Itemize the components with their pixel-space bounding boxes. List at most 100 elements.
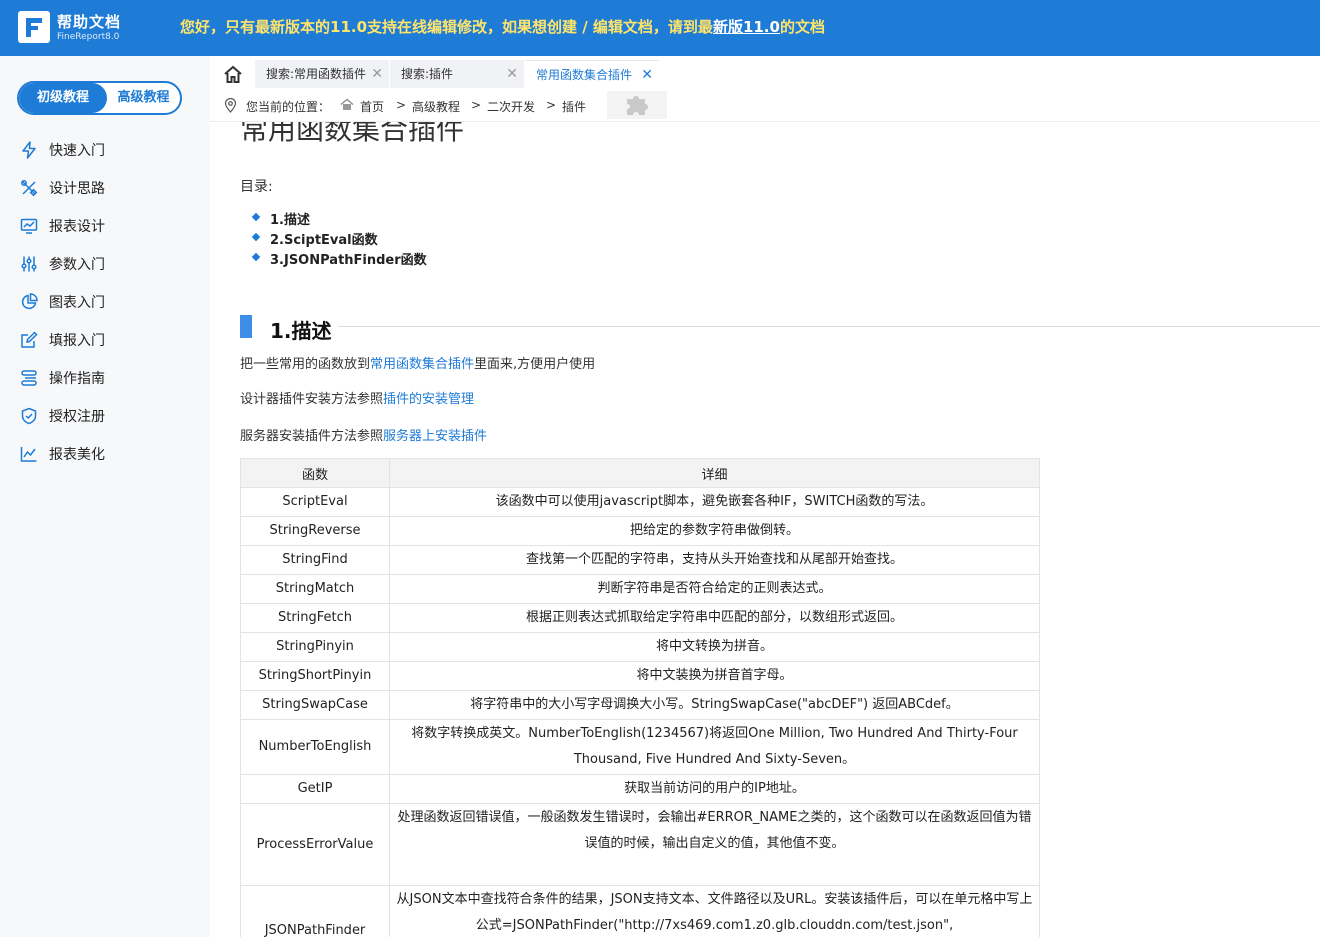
function-name: StringFetch xyxy=(240,603,390,633)
sidebar-item-operation-guide[interactable]: 操作指南 xyxy=(20,366,105,390)
breadcrumb-prefix: 您当前的位置： xyxy=(246,100,331,114)
tab-label: 搜索:插件 xyxy=(401,67,454,81)
function-name: StringPinyin xyxy=(240,632,390,662)
logo-icon[interactable] xyxy=(18,11,50,43)
home-icon xyxy=(223,65,242,83)
table-row: ScriptEval 该函数中可以使用javascript脚本，避免嵌套各种IF，… xyxy=(240,487,1040,517)
sidebar-item-fill-report[interactable]: 填报入门 xyxy=(20,328,105,352)
breadcrumb: 您当前的位置： 首页 > 高级教程 > 二次开发 > 插件 xyxy=(210,88,1320,122)
sidebar-item-label: 参数入门 xyxy=(49,257,105,273)
sidebar-item-label: 授权注册 xyxy=(49,409,105,425)
table-row: StringPinyin 将中文转换为拼音。 xyxy=(240,632,1040,662)
close-icon[interactable]: ✕ xyxy=(506,60,518,88)
breadcrumb-separator: > xyxy=(546,98,557,112)
sidebar-item-parameters[interactable]: 参数入门 xyxy=(20,252,105,276)
function-detail: 根据正则表达式抓取给定字符串中匹配的部分，以数组形式返回。 xyxy=(389,603,1040,633)
function-detail: 判断字符串是否符合给定的正则表达式。 xyxy=(389,574,1040,604)
function-name: StringMatch xyxy=(240,574,390,604)
paragraph-server-install: 服务器安装插件方法参照服务器上安装插件 xyxy=(240,425,487,444)
column-header-detail: 详细 xyxy=(389,458,1040,488)
sidebar-item-design-ideas[interactable]: 设计思路 xyxy=(20,176,105,200)
monitor-chart-icon xyxy=(20,217,38,235)
sidebar-item-label: 填报入门 xyxy=(49,333,105,349)
tab-search-plugin[interactable]: 搜索:插件 ✕ xyxy=(390,60,524,88)
function-plugin-link[interactable]: 常用函数集合插件 xyxy=(370,357,474,372)
section-divider xyxy=(338,326,1320,327)
table-row: StringMatch 判断字符串是否符合给定的正则表达式。 xyxy=(240,574,1040,604)
sidebar-item-license[interactable]: 授权注册 xyxy=(20,404,105,428)
tab-home[interactable] xyxy=(210,60,255,88)
guide-icon xyxy=(20,369,38,387)
sidebar-item-charts[interactable]: 图表入门 xyxy=(20,290,105,314)
version-banner: 您好，只有最新版本的11.0支持在线编辑修改，如果想创建 / 编辑文档，请到最新… xyxy=(180,16,825,37)
sidebar-item-label: 报表美化 xyxy=(49,447,105,463)
paragraph-text: 设计器插件安装方法参照 xyxy=(240,392,384,407)
table-row: StringFind 查找第一个匹配的字符串，支持从头开始查找和从尾部开始查找。 xyxy=(240,545,1040,575)
toc-label: 目录: xyxy=(240,179,273,195)
plugin-install-link[interactable]: 插件的安装管理 xyxy=(383,392,474,407)
sidebar-item-beautify[interactable]: 报表美化 xyxy=(20,442,105,466)
function-detail: 处理函数返回错误值，一般函数发生错误时，会输出#ERROR_NAME之类的，这个… xyxy=(389,803,1040,886)
sidebar-item-label: 设计思路 xyxy=(49,181,105,197)
sidebar-item-label: 快速入门 xyxy=(49,143,105,159)
function-detail: 从JSON文本中查找符合条件的结果，JSON支持文本、文件路径以及URL。安装该… xyxy=(389,885,1040,937)
paragraph-text: 把一些常用的函数放到 xyxy=(240,357,371,372)
paragraph-text: 服务器安装插件方法参照 xyxy=(240,429,384,444)
breadcrumb-item-advanced[interactable]: 高级教程 xyxy=(412,98,460,115)
banner-prefix: 您好，只有最新版本的11.0支持在线编辑修改，如果想创建 / 编辑文档，请到最 xyxy=(180,18,713,36)
home-icon xyxy=(340,98,354,110)
close-icon[interactable]: ✕ xyxy=(371,60,383,88)
toggle-beginner[interactable]: 初级教程 xyxy=(19,83,107,113)
section-title: 1.描述 xyxy=(270,319,332,343)
function-name: ProcessErrorValue xyxy=(240,803,390,886)
function-table: 函数 详细 ScriptEval 该函数中可以使用javascript脚本，避免嵌… xyxy=(240,458,1040,937)
sidebar-item-label: 图表入门 xyxy=(49,295,105,311)
section-marker xyxy=(240,315,252,338)
function-detail: 将中文装换为拼音首字母。 xyxy=(389,661,1040,691)
table-row: StringFetch 根据正则表达式抓取给定字符串中匹配的部分，以数组形式返回。 xyxy=(240,603,1040,633)
sidebar-item-quick-start[interactable]: 快速入门 xyxy=(20,138,105,162)
pie-chart-icon xyxy=(20,293,38,311)
tab-search-function-plugin[interactable]: 搜索:常用函数插件 ✕ xyxy=(255,60,389,88)
breadcrumb-item-home[interactable]: 首页 xyxy=(360,98,384,115)
breadcrumb-item-secondary-dev[interactable]: 二次开发 xyxy=(487,98,535,115)
banner-link[interactable]: 新版11.0 xyxy=(713,18,780,36)
page-title: 常用函数集合插件 xyxy=(240,122,465,146)
sidebar-item-label: 报表设计 xyxy=(49,219,105,235)
tab-label: 搜索:常用函数插件 xyxy=(266,67,367,81)
shield-icon xyxy=(20,407,38,425)
breadcrumb-separator: > xyxy=(471,98,482,112)
tutorial-level-toggle: 初级教程 高级教程 xyxy=(17,81,182,115)
edit-icon xyxy=(20,331,38,349)
table-row: GetIP 获取当前访问的用户的IP地址。 xyxy=(240,774,1040,804)
table-row: JSONPathFinder 从JSON文本中查找符合条件的结果，JSON支持文本… xyxy=(240,885,1040,937)
table-row: StringReverse 把给定的参数字符串做倒转。 xyxy=(240,516,1040,546)
close-icon[interactable]: ✕ xyxy=(641,61,653,89)
toc-item[interactable]: 2.SciptEval函数 xyxy=(270,229,378,248)
function-name: JSONPathFinder xyxy=(240,885,390,937)
paragraph-intro: 把一些常用的函数放到常用函数集合插件里面来,方便用户使用 xyxy=(240,353,595,372)
toc-item[interactable]: 1.描述 xyxy=(270,209,310,228)
location-icon xyxy=(224,98,237,113)
sidebar-item-label: 操作指南 xyxy=(49,371,105,387)
server-install-link[interactable]: 服务器上安装插件 xyxy=(383,429,487,444)
toc-item[interactable]: 3.JSONPathFinder函数 xyxy=(270,249,427,268)
function-name: StringSwapCase xyxy=(240,690,390,720)
function-name: NumberToEnglish xyxy=(240,719,390,775)
lightning-icon xyxy=(20,141,38,159)
breadcrumb-item-plugin[interactable]: 插件 xyxy=(562,98,586,115)
function-detail: 将数字转换成英文。NumberToEnglish(1234567)将返回One … xyxy=(389,719,1040,775)
tab-function-collection-plugin[interactable]: 常用函数集合插件 ✕ xyxy=(525,60,659,88)
logo-title[interactable]: 帮助文档 xyxy=(57,11,121,32)
banner-suffix: 的文档 xyxy=(779,18,825,36)
function-detail: 查找第一个匹配的字符串，支持从头开始查找和从尾部开始查找。 xyxy=(389,545,1040,575)
sidebar-item-report-design[interactable]: 报表设计 xyxy=(20,214,105,238)
paragraph-text: 里面来,方便用户使用 xyxy=(474,357,596,372)
function-detail: 该函数中可以使用javascript脚本，避免嵌套各种IF，SWITCH函数的写… xyxy=(389,487,1040,517)
function-name: StringReverse xyxy=(240,516,390,546)
function-detail: 将字符串中的大小写字母调换大小写。StringSwapCase("abcDEF"… xyxy=(389,690,1040,720)
sliders-icon xyxy=(20,255,38,273)
plugin-icon xyxy=(607,91,667,119)
toggle-advanced[interactable]: 高级教程 xyxy=(107,83,180,113)
table-row: NumberToEnglish 将数字转换成英文。NumberToEnglish(… xyxy=(240,719,1040,775)
